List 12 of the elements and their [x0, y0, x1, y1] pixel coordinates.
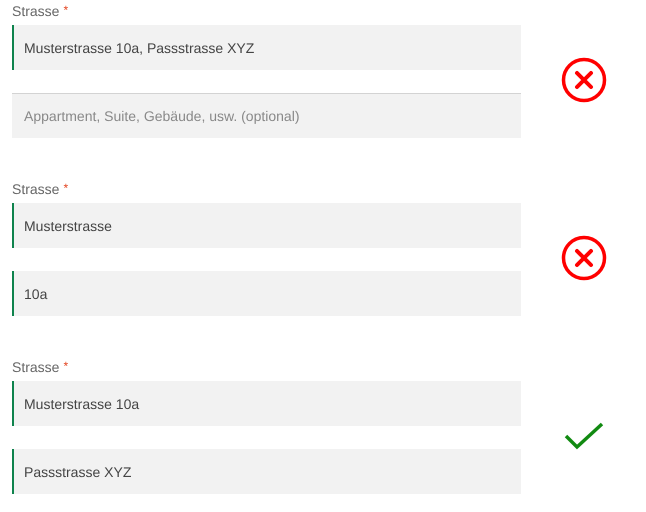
required-mark: *: [63, 3, 68, 19]
field-label: Strasse: [12, 181, 60, 199]
required-mark: *: [63, 359, 68, 375]
address-field[interactable]: Musterstrasse 10a, Passstrasse XYZ: [12, 25, 521, 70]
field-label: Strasse: [12, 3, 60, 21]
address-field[interactable]: Musterstrasse: [12, 203, 521, 248]
address-field[interactable]: Appartment, Suite, Gebäude, usw. (optional): [12, 93, 521, 138]
field-label: Strasse: [12, 359, 60, 377]
required-mark: *: [63, 181, 68, 197]
address-field[interactable]: Passstrasse XYZ: [12, 449, 521, 494]
address-field[interactable]: 10a: [12, 271, 521, 316]
address-field[interactable]: Musterstrasse 10a: [12, 381, 521, 426]
